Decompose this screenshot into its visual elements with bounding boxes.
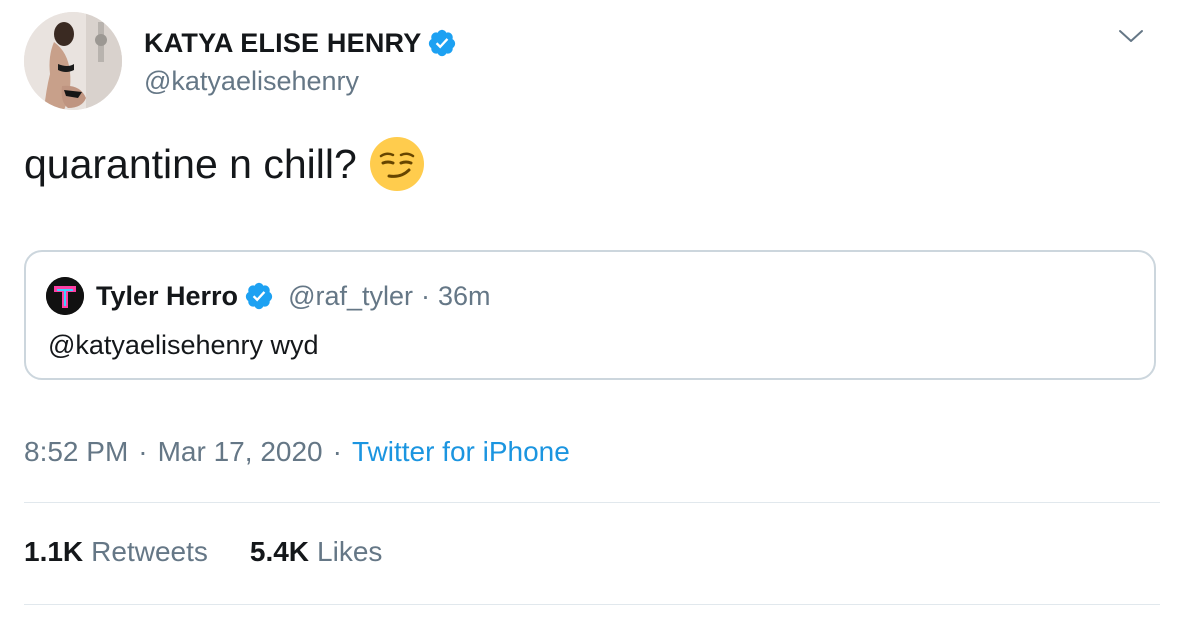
smirking-face-emoji: [369, 137, 424, 191]
likes-label: Likes: [317, 536, 383, 567]
chevron-down-icon[interactable]: [1118, 26, 1144, 46]
quoted-avatar: [46, 277, 84, 315]
meta-separator: ·: [332, 436, 342, 467]
quoted-handle: @raf_tyler: [288, 280, 414, 311]
quoted-tweet-header: Tyler Herro @raf_tyler · 36m: [46, 276, 491, 316]
quoted-tweet-text: @katyaelisehenry wyd: [48, 330, 319, 360]
tweet-card: KATYA ELISE HENRY @katyaelisehenry quara…: [0, 0, 1178, 625]
retweets-count: 1.1K: [24, 536, 84, 567]
likes-stat[interactable]: 5.4K Likes: [250, 536, 383, 568]
retweets-stat[interactable]: 1.1K Retweets: [24, 536, 208, 568]
author-block: KATYA ELISE HENRY @katyaelisehenry: [144, 26, 457, 97]
tweet-source-link[interactable]: Twitter for iPhone: [352, 436, 570, 468]
quoted-separator: ·: [421, 280, 431, 311]
divider: [24, 502, 1160, 503]
tweet-date[interactable]: Mar 17, 2020: [158, 436, 323, 468]
tweet-stats: 1.1K Retweets 5.4K Likes: [24, 536, 424, 568]
meta-separator: ·: [138, 436, 148, 467]
retweets-label: Retweets: [91, 536, 208, 567]
quoted-timestamp: 36m: [438, 280, 491, 311]
quoted-avatar-logo: [46, 277, 84, 315]
quoted-display-name: Tyler Herro: [96, 280, 239, 311]
tweet-text: quarantine n chill?: [24, 140, 357, 187]
tweet-header: KATYA ELISE HENRY @katyaelisehenry: [24, 12, 1154, 110]
verified-badge-icon: [245, 282, 273, 310]
tweet-time[interactable]: 8:52 PM: [24, 436, 128, 468]
display-name-row: KATYA ELISE HENRY: [144, 26, 457, 60]
quoted-tweet-card[interactable]: Tyler Herro @raf_tyler · 36m @katyaelise…: [24, 250, 1156, 380]
likes-count: 5.4K: [249, 536, 310, 567]
avatar-image: [24, 12, 122, 110]
tweet-meta: 8:52 PM · Mar 17, 2020 · Twitter for iPh…: [24, 436, 570, 468]
tweet-text-row: quarantine n chill?: [24, 136, 425, 192]
verified-badge-icon: [429, 29, 456, 57]
avatar[interactable]: [24, 12, 122, 110]
divider: [24, 604, 1160, 605]
author-display-name[interactable]: KATYA ELISE HENRY: [144, 28, 421, 59]
author-handle[interactable]: @katyaelisehenry: [144, 66, 457, 97]
